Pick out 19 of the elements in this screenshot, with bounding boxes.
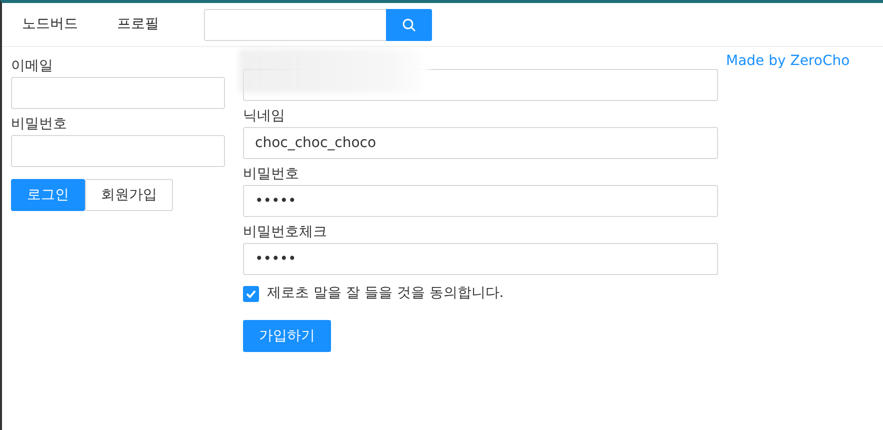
signup-button[interactable]: 회원가입: [85, 179, 173, 211]
field-label: 비밀번호: [243, 165, 300, 184]
search-button[interactable]: [386, 8, 432, 40]
field-label: 닉네임: [243, 107, 286, 126]
input-field[interactable]: choc_choc_choco: [243, 127, 718, 159]
menu-item[interactable]: 프로필: [107, 14, 202, 35]
field-label: 비밀번호체크: [243, 223, 328, 242]
check-icon: [246, 290, 256, 298]
input-field[interactable]: •••••: [243, 243, 718, 275]
field-label: 비밀번호: [11, 115, 68, 134]
agree-label: 제로초 말을 잘 들을 것을 동의합니다.: [267, 284, 504, 303]
search-field[interactable]: [204, 8, 386, 40]
field-label: 이메일: [11, 57, 54, 76]
input-field[interactable]: [11, 135, 225, 167]
input-field[interactable]: •••••: [243, 185, 718, 217]
input-field[interactable]: [11, 77, 225, 109]
menu-item[interactable]: 노드버드: [12, 14, 107, 35]
agree-checkbox[interactable]: [243, 286, 259, 302]
search-icon: [402, 18, 416, 32]
